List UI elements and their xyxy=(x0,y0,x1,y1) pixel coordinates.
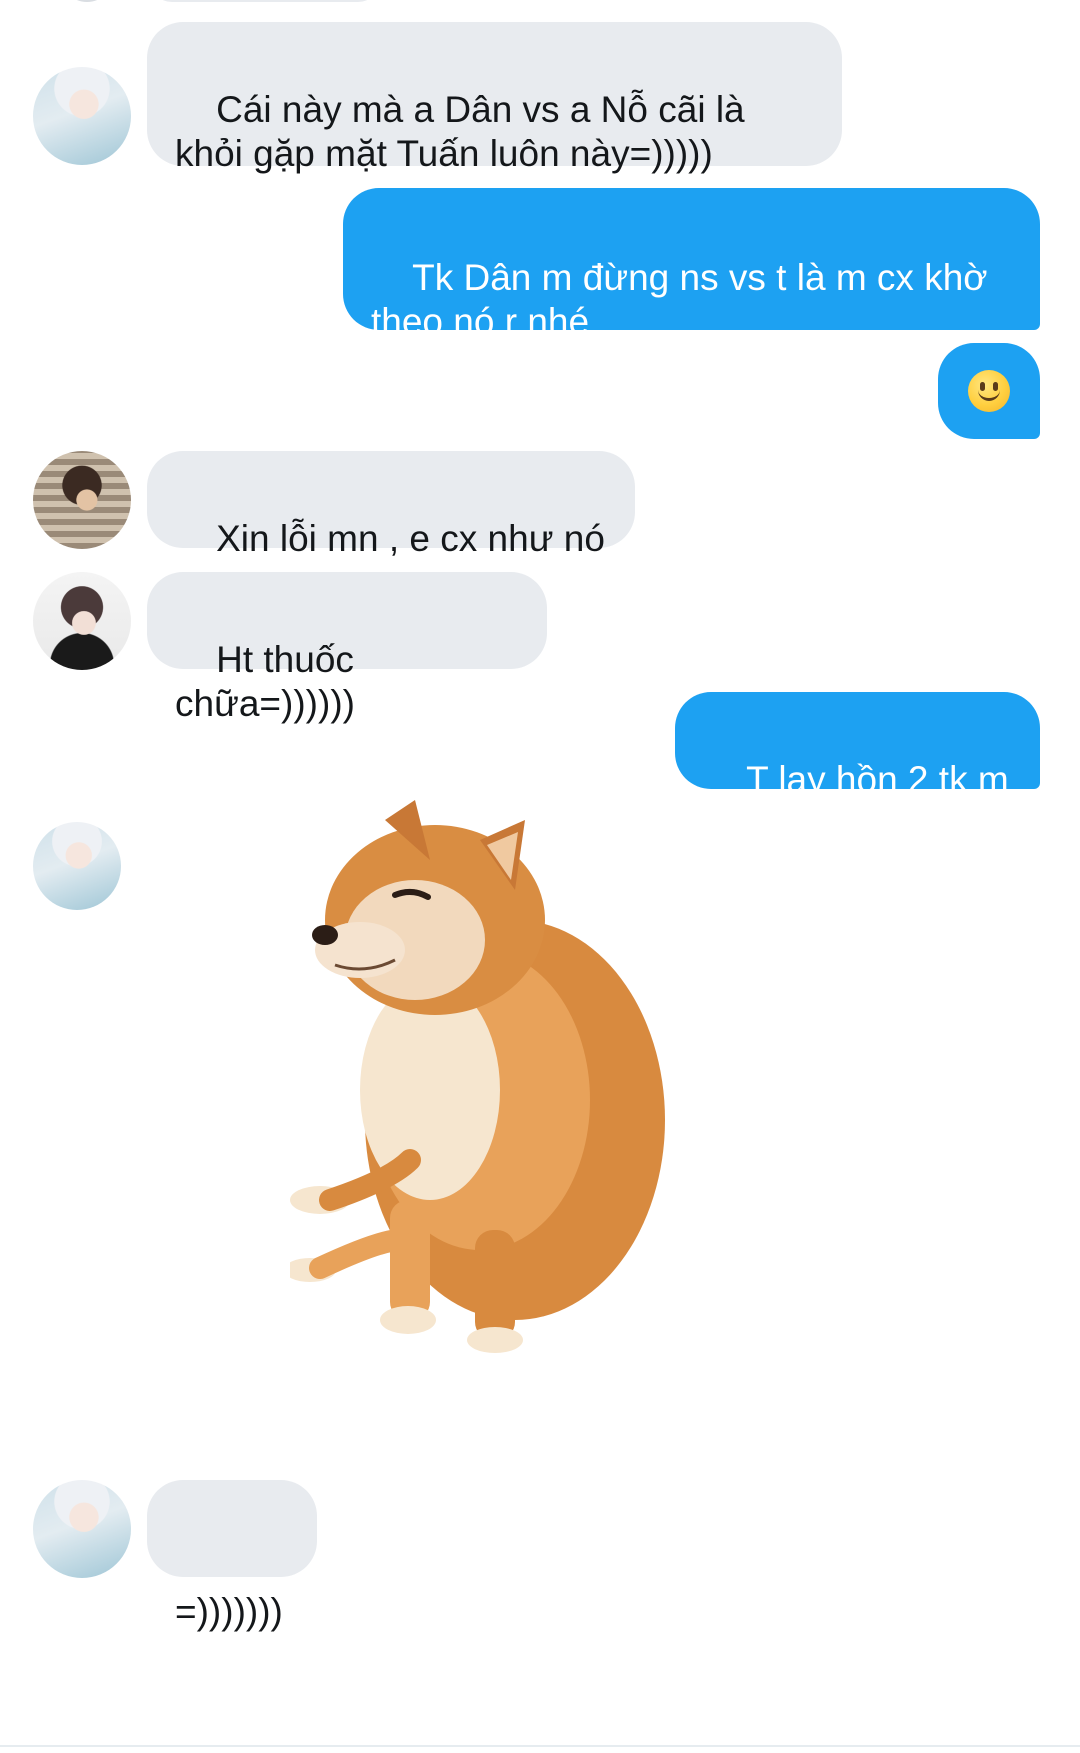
message-bubble-incoming[interactable]: =))))))) xyxy=(147,1480,317,1632)
conversation-thread: Cái này mà a Dân vs a Nỗ cãi là khỏi gặp… xyxy=(0,0,1080,1753)
message-text: =))))))) xyxy=(175,1591,283,1632)
message-bubble-outgoing-emoji[interactable] xyxy=(938,343,1040,439)
previous-message-fragment xyxy=(150,0,380,2)
message-text: T lạy hồn 2 tk m ơi xyxy=(705,759,1019,844)
message-bubble-incoming[interactable]: Cái này mà a Dân vs a Nỗ cãi là khỏi gặp… xyxy=(147,22,842,174)
message-bubble-outgoing[interactable]: T lạy hồn 2 tk m ơi xyxy=(675,692,1040,844)
avatar[interactable] xyxy=(33,451,131,549)
avatar[interactable] xyxy=(33,1480,131,1578)
avatar[interactable] xyxy=(33,67,131,165)
message-bubble-incoming[interactable]: Ht thuốc chữa=)))))) xyxy=(147,572,547,724)
message-text: Cái này mà a Dân vs a Nỗ cãi là khỏi gặp… xyxy=(175,89,755,174)
message-bubble-outgoing[interactable]: Tk Dân m đừng ns vs t là m cx khờ theo n… xyxy=(343,188,1040,342)
shiba-inu-meme-gif[interactable] xyxy=(284,800,690,1360)
message-text: Tk Dân m đừng ns vs t là m cx khờ theo n… xyxy=(371,257,998,342)
previous-avatar-fragment xyxy=(60,0,114,2)
message-text: Ht thuốc chữa=)))))) xyxy=(175,639,365,724)
divider xyxy=(0,1745,1080,1747)
avatar[interactable] xyxy=(33,822,121,910)
message-bubble-incoming[interactable]: Xin lỗi mn , e cx như nó ạ xyxy=(147,451,635,603)
slightly-smiling-face-icon xyxy=(968,370,1010,412)
shiba-inu-image xyxy=(284,800,665,1353)
avatar[interactable] xyxy=(33,572,131,670)
